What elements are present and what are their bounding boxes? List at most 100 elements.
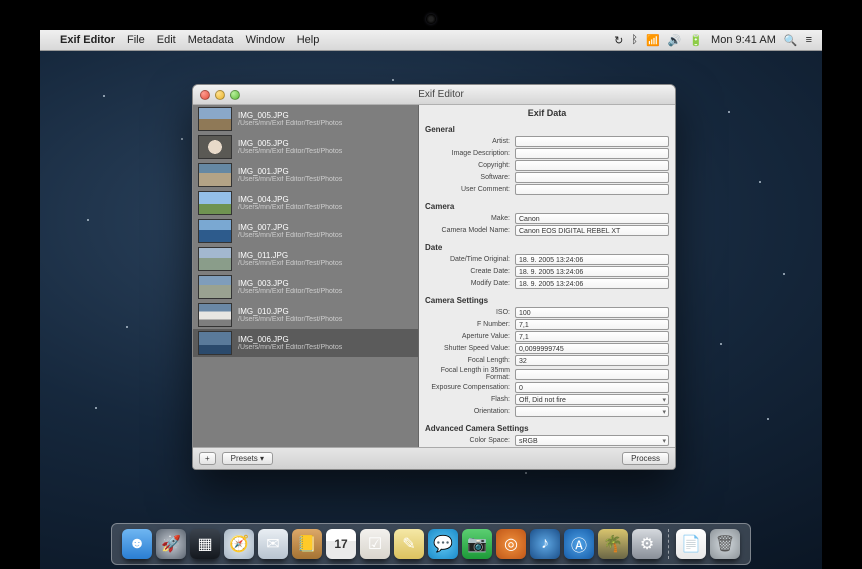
field-row: Modify Date:18. 9. 2005 13:24:06: [425, 278, 669, 289]
field-input[interactable]: [515, 184, 669, 195]
file-thumbnail: [198, 275, 232, 299]
file-thumbnail: [198, 163, 232, 187]
field-row: Focal Length in 35mm Format:: [425, 367, 669, 381]
field-input[interactable]: 18. 9. 2005 13:24:06: [515, 266, 669, 277]
file-name: IMG_005.JPG: [238, 139, 413, 148]
exif-detail-panel[interactable]: Exif Data GeneralArtist:Image Descriptio…: [419, 105, 675, 447]
file-row[interactable]: IMG_005.JPG/Users/mn/Exif Editor/Test/Ph…: [193, 133, 418, 161]
titlebar[interactable]: Exif Editor: [193, 85, 675, 105]
clock[interactable]: Mon 9:41 AM: [711, 34, 776, 46]
dock-separator: [668, 529, 670, 559]
calendar-icon[interactable]: 17: [326, 529, 356, 559]
file-path: /Users/mn/Exif Editor/Test/Photos: [238, 148, 413, 155]
file-row[interactable]: IMG_007.JPG/Users/mn/Exif Editor/Test/Ph…: [193, 217, 418, 245]
field-label: Artist:: [425, 138, 515, 145]
launchpad-icon[interactable]: 🚀: [156, 529, 186, 559]
field-input[interactable]: Canon: [515, 213, 669, 224]
document-icon[interactable]: 📄: [676, 529, 706, 559]
process-button[interactable]: Process: [622, 452, 669, 465]
sync-icon[interactable]: ↻: [614, 34, 623, 47]
field-label: Flash:: [425, 396, 515, 403]
field-label: Make:: [425, 215, 515, 222]
presets-button[interactable]: Presets ▾: [222, 452, 273, 465]
file-text: IMG_011.JPG/Users/mn/Exif Editor/Test/Ph…: [238, 251, 413, 267]
field-input[interactable]: Canon EOS DIGITAL REBEL XT: [515, 225, 669, 236]
field-label: Modify Date:: [425, 280, 515, 287]
photobooth-icon[interactable]: ◎: [496, 529, 526, 559]
file-name: IMG_010.JPG: [238, 307, 413, 316]
field-label: Aperture Value:: [425, 333, 515, 340]
field-input[interactable]: 7,1: [515, 331, 669, 342]
safari-icon[interactable]: 🧭: [224, 529, 254, 559]
file-name: IMG_006.JPG: [238, 335, 413, 344]
field-label: Create Date:: [425, 268, 515, 275]
battery-icon[interactable]: 🔋: [689, 34, 703, 47]
field-input[interactable]: 100: [515, 307, 669, 318]
field-label: Focal Length:: [425, 357, 515, 364]
menu-edit[interactable]: Edit: [157, 34, 176, 46]
section-general: GeneralArtist:Image Description:Copyrigh…: [419, 121, 675, 198]
file-thumbnail: [198, 107, 232, 131]
field-input[interactable]: sRGB: [515, 435, 669, 446]
preferences-icon[interactable]: ⚙: [632, 529, 662, 559]
field-input[interactable]: 18. 9. 2005 13:24:06: [515, 278, 669, 289]
mail-icon[interactable]: ✉: [258, 529, 288, 559]
field-input[interactable]: 18. 9. 2005 13:24:06: [515, 254, 669, 265]
trash-icon[interactable]: 🗑: [710, 529, 740, 559]
file-list[interactable]: IMG_005.JPG/Users/mn/Exif Editor/Test/Ph…: [193, 105, 419, 447]
field-row: Focal Length:32: [425, 355, 669, 366]
field-input[interactable]: [515, 369, 669, 380]
notification-center-icon[interactable]: ≡: [806, 34, 812, 46]
field-input[interactable]: 0: [515, 382, 669, 393]
menu-file[interactable]: File: [127, 34, 145, 46]
add-button[interactable]: +: [199, 452, 216, 465]
file-row[interactable]: IMG_004.JPG/Users/mn/Exif Editor/Test/Ph…: [193, 189, 418, 217]
field-input[interactable]: 0,0099999745: [515, 343, 669, 354]
messages-icon[interactable]: 💬: [428, 529, 458, 559]
app-menu[interactable]: Exif Editor: [60, 34, 115, 46]
reminders-icon[interactable]: ☑: [360, 529, 390, 559]
field-row: Shutter Speed Value:0,0099999745: [425, 343, 669, 354]
field-input[interactable]: 7,1: [515, 319, 669, 330]
menu-help[interactable]: Help: [297, 34, 320, 46]
file-path: /Users/mn/Exif Editor/Test/Photos: [238, 316, 413, 323]
file-row[interactable]: IMG_005.JPG/Users/mn/Exif Editor/Test/Ph…: [193, 105, 418, 133]
contacts-icon[interactable]: 📒: [292, 529, 322, 559]
file-name: IMG_004.JPG: [238, 195, 413, 204]
close-button[interactable]: [200, 90, 210, 100]
section-camera_settings: Camera SettingsISO:100F Number:7,1Apertu…: [419, 292, 675, 420]
field-input[interactable]: Off, Did not fire: [515, 394, 669, 405]
field-label: Date/Time Original:: [425, 256, 515, 263]
field-input[interactable]: 32: [515, 355, 669, 366]
mission-control-icon[interactable]: ▦: [190, 529, 220, 559]
file-row[interactable]: IMG_011.JPG/Users/mn/Exif Editor/Test/Ph…: [193, 245, 418, 273]
itunes-icon[interactable]: ♪: [530, 529, 560, 559]
notes-icon[interactable]: ✎: [394, 529, 424, 559]
menu-metadata[interactable]: Metadata: [188, 34, 234, 46]
field-label: Shutter Speed Value:: [425, 345, 515, 352]
file-row[interactable]: IMG_010.JPG/Users/mn/Exif Editor/Test/Ph…: [193, 301, 418, 329]
volume-icon[interactable]: 🔊: [668, 34, 682, 47]
file-row[interactable]: IMG_003.JPG/Users/mn/Exif Editor/Test/Ph…: [193, 273, 418, 301]
field-input[interactable]: [515, 406, 669, 417]
appstore-icon[interactable]: Ⓐ: [564, 529, 594, 559]
file-name: IMG_005.JPG: [238, 111, 413, 120]
finder-icon[interactable]: ☻: [122, 529, 152, 559]
file-thumbnail: [198, 303, 232, 327]
field-label: Color Space:: [425, 437, 515, 444]
wifi-icon[interactable]: 📶: [646, 34, 660, 47]
field-input[interactable]: [515, 160, 669, 171]
file-path: /Users/mn/Exif Editor/Test/Photos: [238, 344, 413, 351]
field-input[interactable]: [515, 172, 669, 183]
bluetooth-icon[interactable]: ᛒ: [631, 34, 638, 46]
file-row[interactable]: IMG_006.JPG/Users/mn/Exif Editor/Test/Ph…: [193, 329, 418, 357]
field-input[interactable]: [515, 136, 669, 147]
field-input[interactable]: [515, 148, 669, 159]
minimize-button[interactable]: [215, 90, 225, 100]
spotlight-icon[interactable]: 🔍: [784, 34, 798, 47]
facetime-icon[interactable]: 📷: [462, 529, 492, 559]
file-row[interactable]: IMG_001.JPG/Users/mn/Exif Editor/Test/Ph…: [193, 161, 418, 189]
iphoto-icon[interactable]: 🌴: [598, 529, 628, 559]
menu-window[interactable]: Window: [246, 34, 285, 46]
zoom-button[interactable]: [230, 90, 240, 100]
